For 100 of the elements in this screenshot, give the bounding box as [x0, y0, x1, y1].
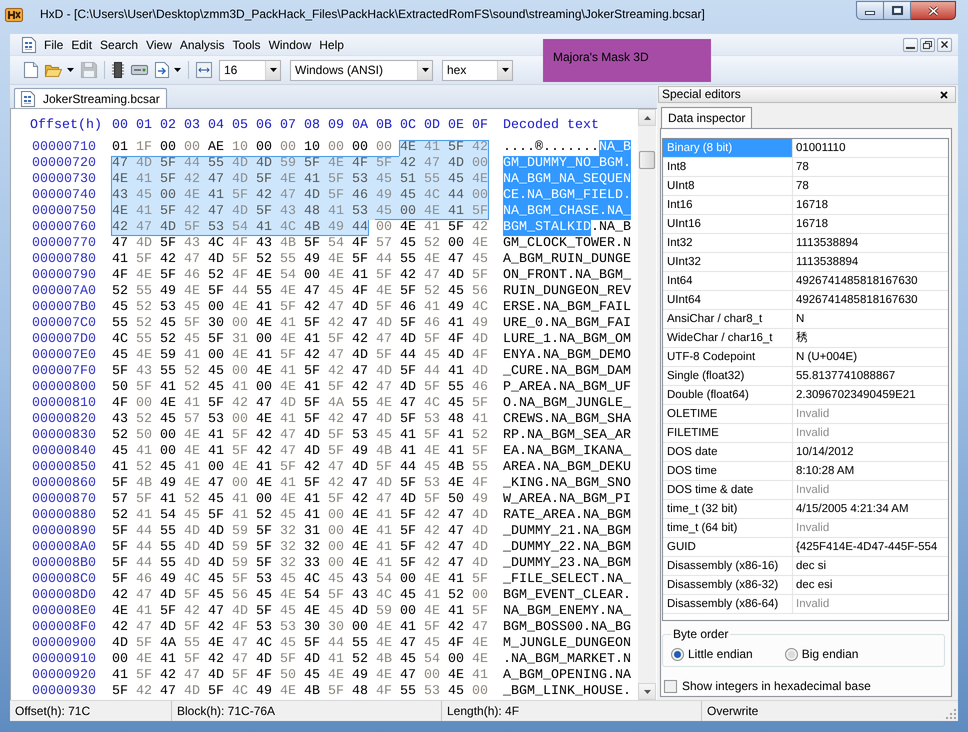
hex-byte: 53: [423, 412, 441, 428]
scroll-up-button[interactable]: [638, 109, 656, 126]
hex-byte: 41: [423, 220, 441, 236]
hex-byte: 42: [351, 492, 369, 508]
field-value: 01001110: [795, 141, 846, 156]
row-offset: 000007B0: [31, 300, 97, 316]
row-offset: 000008C0: [31, 572, 97, 588]
resize-grip-icon: [946, 709, 956, 719]
hex-byte: 4E: [375, 620, 393, 636]
export-button[interactable]: [152, 59, 184, 81]
menu-item[interactable]: Window: [264, 34, 316, 54]
hex-byte: 55: [207, 156, 231, 172]
radio-option[interactable]: Big endian: [784, 645, 858, 663]
hex-byte: 45: [423, 348, 441, 364]
hex-byte: 41: [423, 140, 447, 156]
hex-byte: 53: [207, 412, 225, 428]
dropdown[interactable]: Windows (ANSI): [290, 60, 433, 80]
menu-item[interactable]: Help: [315, 34, 348, 54]
menu-item[interactable]: Search: [96, 34, 142, 54]
hex-byte: 00: [159, 140, 177, 156]
hex-byte: 47: [423, 156, 447, 172]
hex-byte: 53: [351, 172, 375, 188]
row-offset: 000008D0: [31, 588, 97, 604]
hex-byte: 4C: [471, 300, 489, 316]
hex-byte: 4E: [327, 668, 345, 684]
column-header: 00: [111, 118, 129, 134]
hex-byte: 42: [183, 204, 207, 220]
hex-byte: 41: [375, 508, 393, 524]
inspector-tab[interactable]: Data inspector: [661, 107, 752, 128]
hex-byte: 52: [135, 412, 153, 428]
hex-byte: 4E: [183, 188, 207, 204]
hex-byte: 41: [231, 380, 249, 396]
menu-item[interactable]: File: [40, 34, 68, 54]
dropdown-button[interactable]: [417, 60, 432, 80]
dropdown[interactable]: 16: [219, 60, 281, 80]
hex-byte: 49: [471, 492, 489, 508]
checkbox-option[interactable]: Show integers in hexadecimal base: [664, 677, 871, 695]
hex-byte: 4E: [423, 604, 441, 620]
hex-byte: 4D: [159, 588, 177, 604]
maximize-button[interactable]: [884, 1, 911, 20]
field-label: Int8: [663, 158, 793, 176]
menu-item[interactable]: Edit: [67, 34, 96, 54]
document-tab[interactable]: JokerStreaming.bcsar: [14, 88, 167, 108]
hex-byte: 59: [231, 556, 249, 572]
hex-byte: 52: [423, 236, 441, 252]
hex-byte: 5F: [159, 204, 183, 220]
minimize-button[interactable]: [903, 38, 918, 52]
status-text: Block(h): 71C-76A: [177, 703, 276, 720]
hex-byte: 5F: [327, 492, 345, 508]
hex-byte: 47: [351, 412, 369, 428]
decoded-text: _CURE.NA_BGM_DAM: [503, 364, 631, 380]
hex-byte: 43: [351, 572, 369, 588]
menu-item[interactable]: View: [142, 34, 176, 54]
hex-byte: 45: [327, 572, 345, 588]
restore-button[interactable]: [920, 38, 935, 52]
hex-byte: 4E: [471, 652, 489, 668]
decoded-text: _FILE_SELECT.NA_: [503, 572, 631, 588]
hex-byte: 50: [135, 428, 153, 444]
hex-byte: 59: [159, 348, 177, 364]
close-icon: [941, 41, 948, 48]
hex-byte: 5F: [255, 172, 279, 188]
dropdown-button[interactable]: [497, 60, 512, 80]
hex-byte: 41: [399, 620, 417, 636]
menu-item[interactable]: Analysis: [176, 34, 229, 54]
hex-byte: 5F: [303, 636, 321, 652]
hex-byte: 42: [327, 412, 345, 428]
dropdown[interactable]: hex: [442, 60, 513, 80]
hex-byte: 55: [159, 524, 177, 540]
hex-byte: 4D: [303, 188, 327, 204]
hex-byte: 45: [207, 364, 225, 380]
hex-byte: 49: [159, 284, 177, 300]
hex-byte: 42: [207, 652, 225, 668]
radio-option[interactable]: Little endian: [671, 645, 753, 663]
row-offset: 00000890: [31, 524, 97, 540]
menu-item[interactable]: Tools: [228, 34, 265, 54]
hex-byte: 48: [303, 204, 327, 220]
hex-byte: 59: [279, 156, 303, 172]
dropdown-button[interactable]: [265, 60, 280, 80]
hex-byte: 4E: [327, 156, 351, 172]
hex-byte: 4E: [351, 540, 369, 556]
caret-icon: [174, 68, 181, 72]
minimize-button[interactable]: [856, 1, 884, 20]
open-memory-button[interactable]: [109, 59, 127, 81]
close-button[interactable]: [911, 1, 956, 20]
scroll-down-button[interactable]: [638, 683, 656, 700]
row-offset: 00000910: [31, 652, 97, 668]
hex-byte: 46: [423, 316, 441, 332]
hex-byte: 5F: [279, 460, 297, 476]
close-button[interactable]: [937, 38, 952, 52]
hex-byte: 5F: [423, 428, 441, 444]
scrollbar-thumb[interactable]: [639, 151, 655, 169]
hex-byte: 4F: [471, 476, 489, 492]
hex-byte: 00: [111, 652, 129, 668]
close-button[interactable]: [939, 90, 949, 100]
hex-byte: 4D: [471, 524, 489, 540]
hex-byte: 53: [279, 620, 297, 636]
hex-byte: 41: [135, 508, 153, 524]
hex-byte: 5F: [111, 364, 129, 380]
hex-byte: 4E: [207, 636, 225, 652]
hex-byte: 5F: [111, 572, 129, 588]
